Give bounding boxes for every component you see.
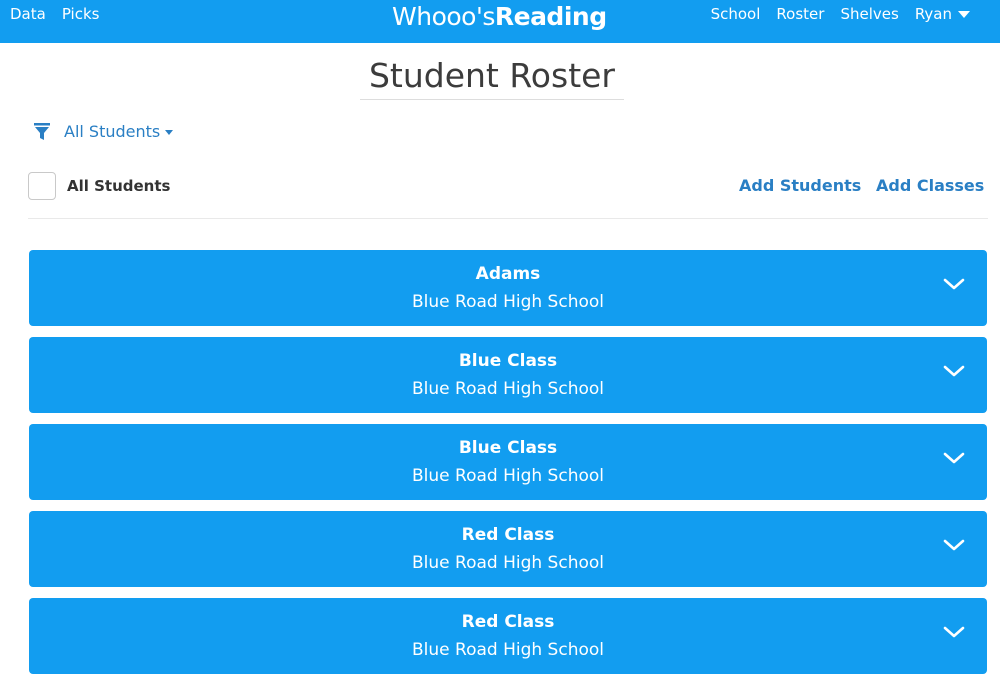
nav-shelves-link[interactable]: Shelves [840, 5, 898, 23]
caret-down-icon [958, 11, 970, 18]
chevron-down-icon[interactable] [943, 537, 965, 553]
class-school: Blue Road High School [412, 466, 604, 486]
class-card[interactable]: Red Class Blue Road High School [29, 511, 987, 587]
user-menu[interactable]: Ryan [915, 5, 970, 23]
chevron-down-icon[interactable] [943, 624, 965, 640]
student-filter-dropdown[interactable]: All Students [34, 122, 174, 141]
funnel-icon [34, 122, 50, 140]
class-card[interactable]: Blue Class Blue Road High School [29, 424, 987, 500]
chevron-down-icon[interactable] [943, 450, 965, 466]
nav-roster-link[interactable]: Roster [776, 5, 824, 23]
nav-data-link[interactable]: Data [10, 5, 46, 23]
class-card[interactable]: Red Class Blue Road High School [29, 598, 987, 674]
caret-down-icon [165, 130, 174, 135]
add-students-link[interactable]: Add Students [739, 176, 861, 195]
class-name: Blue Class [458, 438, 558, 458]
logo-part-whooos: Whooo's [392, 2, 495, 31]
class-name: Red Class [461, 525, 555, 545]
whooos-reading-logo[interactable]: Whooo'sReading [392, 2, 607, 31]
user-menu-label: Ryan [914, 5, 952, 23]
chevron-down-icon[interactable] [943, 363, 965, 379]
class-card[interactable]: Blue Class Blue Road High School [29, 337, 987, 413]
nav-right: School Roster Shelves Ryan [711, 5, 970, 23]
chevron-down-icon[interactable] [943, 276, 965, 292]
class-list: Adams Blue Road High School Blue Class B… [29, 250, 987, 685]
filter-selected-label: All Students [64, 122, 161, 141]
logo-part-reading: Reading [494, 2, 607, 31]
top-nav-bar: Data Picks Whooo'sReading School Roster … [0, 0, 1000, 43]
class-name: Red Class [461, 612, 555, 632]
add-classes-link[interactable]: Add Classes [876, 176, 984, 195]
class-school: Blue Road High School [412, 553, 604, 573]
class-name: Adams [475, 264, 541, 284]
class-name: Blue Class [458, 351, 558, 371]
class-school: Blue Road High School [412, 640, 604, 660]
class-school: Blue Road High School [412, 379, 604, 399]
select-all-label: All Students [67, 177, 171, 195]
nav-left: Data Picks [10, 5, 99, 23]
nav-picks-link[interactable]: Picks [62, 5, 100, 23]
class-school: Blue Road High School [412, 292, 604, 312]
nav-school-link[interactable]: School [711, 5, 761, 23]
select-all-row: All Students Add Students Add Classes [28, 172, 988, 219]
page-title: Student Roster [360, 56, 624, 100]
select-all-checkbox[interactable] [28, 172, 56, 200]
class-card[interactable]: Adams Blue Road High School [29, 250, 987, 326]
